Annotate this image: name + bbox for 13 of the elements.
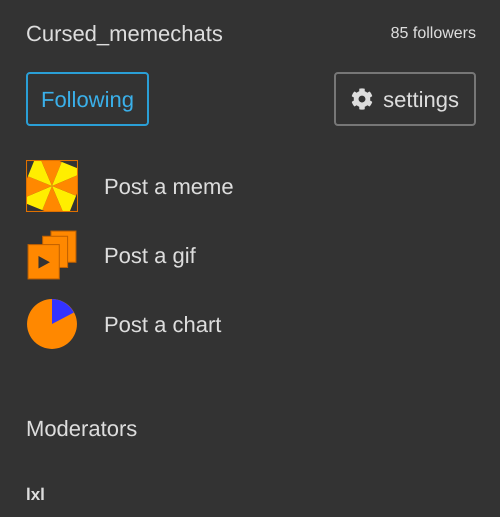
group-title: Cursed_memechats — [26, 20, 223, 48]
moderators-heading: Moderators — [26, 415, 138, 443]
post-link[interactable]: Post a gif — [104, 238, 196, 272]
post-link[interactable]: Post a meme — [104, 170, 234, 202]
pie-chart-icon — [26, 298, 78, 350]
post-link[interactable]: Post a chart — [104, 308, 222, 340]
following-button[interactable]: Following — [26, 72, 149, 126]
settings-button[interactable]: settings — [334, 72, 476, 126]
stacked-frames-icon — [26, 229, 78, 281]
follower-count: 85 followers — [390, 24, 476, 44]
moderator-link[interactable]: lxl — [26, 482, 474, 508]
settings-icon — [351, 88, 374, 110]
pinwheel-icon — [26, 160, 78, 212]
